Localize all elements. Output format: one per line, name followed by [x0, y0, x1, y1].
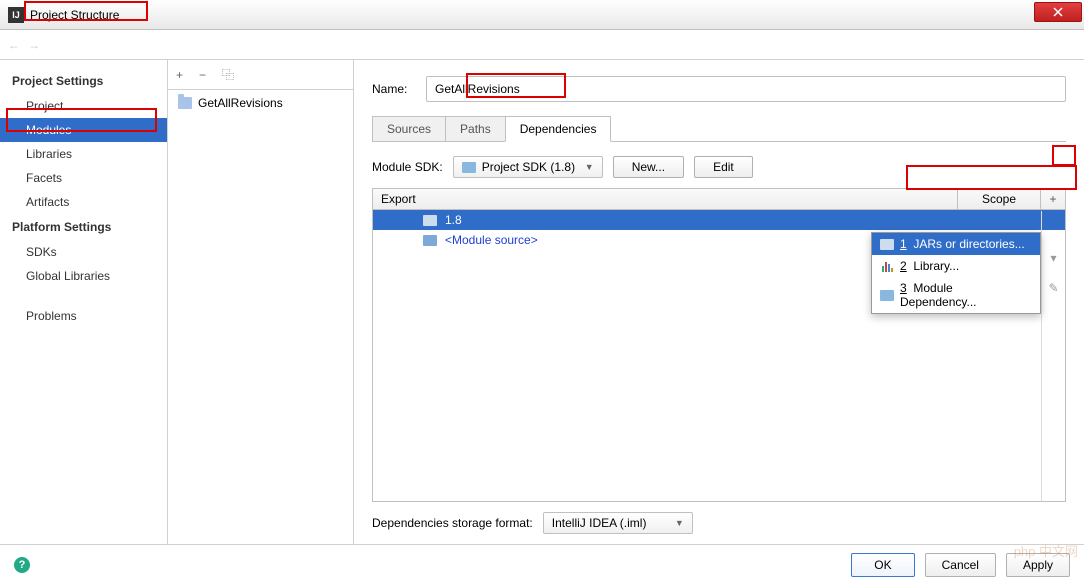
dependencies-body: 1.8 <Module source> 1 JARs or directorie…: [373, 210, 1065, 501]
dependencies-table: Export Scope + 1.8 <Module source> 1: [372, 188, 1066, 502]
module-folder-icon: [178, 97, 192, 109]
modules-list-panel: + − ⿻ GetAllRevisions: [168, 60, 354, 544]
sidebar-item-project[interactable]: Project: [0, 94, 167, 118]
content-panel: Name: Sources Paths Dependencies Module …: [354, 60, 1084, 544]
app-icon: IJ: [8, 7, 24, 23]
popup-num: 1: [900, 237, 907, 251]
chevron-down-icon: ▼: [585, 162, 594, 172]
header-export: Export: [373, 189, 958, 209]
footer: ? OK Cancel Apply: [0, 544, 1084, 584]
name-input[interactable]: [426, 76, 1066, 102]
window-title: Project Structure: [30, 8, 119, 22]
dropdown-icon[interactable]: ▾: [1050, 251, 1056, 265]
tab-dependencies[interactable]: Dependencies: [505, 116, 612, 142]
close-icon: [1053, 7, 1063, 17]
sidebar-item-artifacts[interactable]: Artifacts: [0, 190, 167, 214]
sidebar: Project Settings Project Modules Librari…: [0, 60, 168, 544]
sdk-row: Module SDK: Project SDK (1.8) ▼ New... E…: [372, 156, 1066, 178]
titlebar: IJ Project Structure: [0, 0, 1084, 30]
dependencies-side-toolbar: ▾ ✎: [1041, 211, 1065, 501]
dependencies-header: Export Scope +: [373, 189, 1065, 210]
sidebar-item-sdks[interactable]: SDKs: [0, 240, 167, 264]
dependency-label: <Module source>: [445, 233, 538, 247]
popup-item-library[interactable]: 2 Library...: [872, 255, 1040, 277]
sdk-value: Project SDK (1.8): [482, 160, 575, 174]
popup-item-module-dep[interactable]: 3 Module Dependency...: [872, 277, 1040, 313]
edit-button[interactable]: Edit: [694, 156, 753, 178]
add-dependency-button[interactable]: +: [1041, 189, 1065, 209]
dependency-row[interactable]: 1.8: [373, 210, 1065, 230]
sidebar-item-modules[interactable]: Modules: [0, 118, 167, 142]
header-scope: Scope: [958, 189, 1041, 209]
name-label: Name:: [372, 82, 414, 96]
sidebar-item-global-libraries[interactable]: Global Libraries: [0, 264, 167, 288]
close-button[interactable]: [1034, 2, 1082, 22]
copy-icon[interactable]: ⿻: [222, 66, 234, 83]
popup-label: Library...: [913, 259, 959, 273]
storage-select[interactable]: IntelliJ IDEA (.iml) ▼: [543, 512, 693, 534]
folder-icon: [423, 215, 437, 226]
folder-icon: [423, 235, 437, 246]
tab-sources[interactable]: Sources: [372, 116, 446, 141]
remove-icon[interactable]: −: [199, 68, 206, 82]
sdk-folder-icon: [462, 162, 476, 173]
new-button[interactable]: New...: [613, 156, 684, 178]
cancel-button[interactable]: Cancel: [925, 553, 996, 577]
sidebar-heading-platform: Platform Settings: [0, 214, 167, 240]
back-arrow-icon[interactable]: ←: [8, 38, 20, 52]
sdk-select[interactable]: Project SDK (1.8) ▼: [453, 156, 603, 178]
popup-num: 3: [900, 281, 907, 295]
forward-arrow-icon[interactable]: →: [28, 38, 40, 52]
storage-label: Dependencies storage format:: [372, 516, 533, 530]
chevron-down-icon: ▼: [675, 518, 684, 528]
tab-paths[interactable]: Paths: [445, 116, 506, 141]
popup-label: Module Dependency...: [900, 281, 977, 309]
help-icon[interactable]: ?: [14, 557, 30, 573]
add-dependency-popup: 1 JARs or directories... 2 Library... 3 …: [871, 232, 1041, 314]
sidebar-item-problems[interactable]: Problems: [0, 304, 167, 328]
dependency-label: 1.8: [445, 213, 462, 227]
ok-button[interactable]: OK: [851, 553, 914, 577]
module-item[interactable]: GetAllRevisions: [168, 90, 353, 116]
watermark: php 中文网: [1014, 541, 1078, 560]
modules-toolbar: + − ⿻: [168, 60, 353, 90]
folder-icon: [880, 237, 894, 251]
popup-num: 2: [900, 259, 907, 273]
sidebar-heading-project: Project Settings: [0, 68, 167, 94]
folder-icon: [880, 288, 894, 302]
sdk-label: Module SDK:: [372, 160, 443, 174]
tabs: Sources Paths Dependencies: [372, 116, 1066, 142]
library-icon: [880, 259, 894, 273]
name-row: Name:: [372, 76, 1066, 102]
storage-row: Dependencies storage format: IntelliJ ID…: [372, 512, 1066, 534]
add-icon[interactable]: +: [176, 68, 183, 82]
sidebar-item-libraries[interactable]: Libraries: [0, 142, 167, 166]
sidebar-item-facets[interactable]: Facets: [0, 166, 167, 190]
nav-row: ← →: [0, 30, 1084, 60]
storage-value: IntelliJ IDEA (.iml): [552, 516, 647, 530]
popup-label: JARs or directories...: [913, 237, 1024, 251]
edit-icon[interactable]: ✎: [1048, 281, 1058, 295]
popup-item-jars[interactable]: 1 JARs or directories...: [872, 233, 1040, 255]
module-item-label: GetAllRevisions: [198, 96, 283, 110]
main-layout: Project Settings Project Modules Librari…: [0, 60, 1084, 544]
